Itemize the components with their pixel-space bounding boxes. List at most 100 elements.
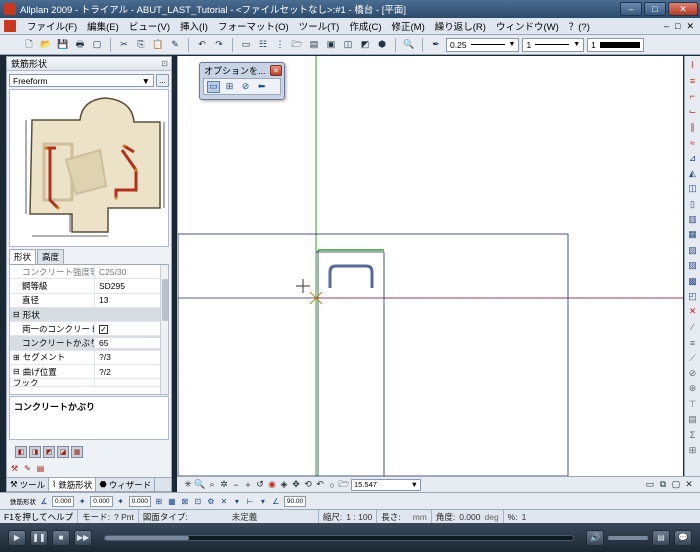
settings-icon[interactable]: ✲ [219,479,229,491]
open-view-icon[interactable]: 🗁 [338,479,349,491]
menu-tools[interactable]: ツール(T) [294,19,345,33]
options-titlebar[interactable]: オプションを... ✕ [200,63,284,78]
previous-view-icon[interactable]: ↶ [315,479,325,491]
tab-advanced[interactable]: 高度 [37,249,65,264]
volume-slider[interactable] [608,535,648,540]
shape-tool-icon[interactable]: ◪ [57,446,69,458]
cube-icon[interactable]: ⬢ [375,38,389,52]
drawing-canvas[interactable] [177,56,683,476]
sum-icon[interactable]: Σ [687,427,699,442]
zoom-in-icon[interactable]: + [243,479,253,491]
tool-icon[interactable]: ⚙ [206,496,216,506]
fit-icon[interactable]: ◈ [279,479,289,491]
edit-tool-icon[interactable]: ⊛ [687,381,699,396]
edit-tool-icon[interactable]: ▤ [687,412,699,427]
rebar-tool-icon[interactable]: ≡ [687,73,699,88]
lock-icon[interactable]: ⊡ [193,496,203,506]
image-icon[interactable]: ▣ [324,38,338,52]
view-scale-select[interactable]: 15.547 ▼ [351,478,421,491]
property-row[interactable]: コンクリートかぶり 65 [10,336,168,351]
print-icon[interactable]: 🖶 [73,38,87,52]
new-file-icon[interactable]: 🗋 [22,38,36,52]
zoom-window-icon[interactable]: 🔍 [194,479,205,491]
layer-icon[interactable]: ▭ [239,38,253,52]
cut-icon[interactable]: ✂ [117,38,131,52]
offset-icon[interactable]: ⊘ [239,81,252,93]
rebar-tool-icon[interactable]: ≈ [687,135,699,150]
pen-thickness-select[interactable]: 0.25 ▼ [446,37,520,52]
volume-icon[interactable]: 🔊 [586,529,604,546]
place-tool-icon[interactable]: ▩ [687,273,699,288]
zoom-out-icon[interactable]: − [231,479,241,491]
pause-icon[interactable]: ❚❚ [30,529,48,546]
rotate-icon[interactable]: ⟲ [303,479,313,491]
rebar-tool-icon[interactable]: ⌐ [687,89,699,104]
wireframe-icon[interactable]: ◫ [341,38,355,52]
property-row[interactable]: フック [10,379,168,388]
maximize-button[interactable]: □ [644,2,666,16]
pen-icon[interactable]: ✒ [429,38,443,52]
close-button[interactable]: ✕ [668,2,698,16]
mdi-minimize-button[interactable]: – [664,21,669,32]
redo-icon[interactable]: ↷ [212,38,226,52]
property-row[interactable]: ⊟ 曲げ位置 ?/2 [10,365,168,380]
close-icon[interactable]: ✕ [270,65,282,76]
menu-modify[interactable]: 修正(M) [387,19,430,33]
paste-icon[interactable]: 📋 [151,38,165,52]
shape-tool-icon[interactable]: ◨ [29,446,41,458]
format-painter-icon[interactable]: ✎ [168,38,182,52]
length-unit[interactable]: mm [413,512,427,522]
property-row[interactable]: 鋼等級 SD295 [10,279,168,294]
open-project-icon[interactable]: 🗁 [290,38,304,52]
mdi-maximize-button[interactable]: □ [675,21,680,32]
scrollbar-thumb[interactable] [162,279,168,321]
property-value[interactable]: 65 [95,338,168,349]
layout-icon[interactable]: ⊞ [154,496,164,506]
chevron-down-icon[interactable]: ▾ [232,496,242,506]
rebar-tool-icon[interactable]: ⌇ [687,58,699,73]
tool-icon[interactable]: ⊢ [245,496,255,506]
property-row[interactable]: 直径 13 [10,293,168,308]
edit-tool-icon[interactable]: ⁄ [687,320,699,335]
place-tool-icon[interactable]: ▧ [687,243,699,258]
save-icon[interactable]: 💾 [56,38,70,52]
input-field[interactable]: 0.000 [90,495,113,507]
place-tool-icon[interactable]: ◭ [687,166,699,181]
next-view-icon[interactable]: ○ [327,479,337,491]
zoom-icon[interactable]: 🔍 [402,38,416,52]
shape-type-select[interactable]: Freeform ▼ [9,74,154,87]
uniform-cover-checkbox[interactable]: ✓ [99,325,108,335]
color-select[interactable]: 1 [587,37,644,52]
place-tool-icon[interactable]: ▦ [687,227,699,242]
angle-unit[interactable]: deg [484,512,498,522]
rebar-tool-icon[interactable]: ∥ [687,120,699,135]
place-tool-icon[interactable]: ◰ [687,289,699,304]
properties-icon[interactable]: ⋮ [273,38,287,52]
minimize-button[interactable]: – [620,2,642,16]
window-copy-icon[interactable]: ⧉ [658,479,668,491]
property-scrollbar[interactable] [160,265,168,394]
window-close-icon[interactable]: ✕ [684,479,694,491]
chapters-icon[interactable]: ▤ [652,529,670,546]
tile-icon[interactable]: ▭ [645,479,655,491]
property-row[interactable]: ⊞ セグメント ?/3 [10,350,168,366]
menu-window[interactable]: ウィンドウ(W) [491,19,564,33]
seek-bar[interactable] [104,534,574,541]
tab-rebar-shape[interactable]: ⌇ 鉄筋形状 [49,478,97,491]
wand-icon[interactable]: ⚒ [9,463,20,474]
collapse-icon[interactable]: ⊟ [13,367,20,376]
tab-tools[interactable]: ⚒ ツール [7,478,50,491]
menu-help[interactable]: ？(?) [564,19,595,33]
place-tool-icon[interactable]: ▨ [687,258,699,273]
place-tool-icon[interactable]: ▥ [687,212,699,227]
skip-forward-icon[interactable]: ▶▶ [74,529,92,546]
menu-edit[interactable]: 編集(E) [82,19,124,33]
open-icon[interactable]: 📂 [39,38,53,52]
edit-tool-icon[interactable]: ≡ [687,335,699,350]
scale-value[interactable]: 1 : 100 [346,512,372,522]
menu-file[interactable]: ファイル(F) [22,19,82,33]
menu-insert[interactable]: 挿入(I) [175,19,213,33]
property-value[interactable]: 13 [95,295,168,305]
navigate-icon[interactable]: ✥ [291,479,301,491]
place-tool-icon[interactable]: ◫ [687,181,699,196]
